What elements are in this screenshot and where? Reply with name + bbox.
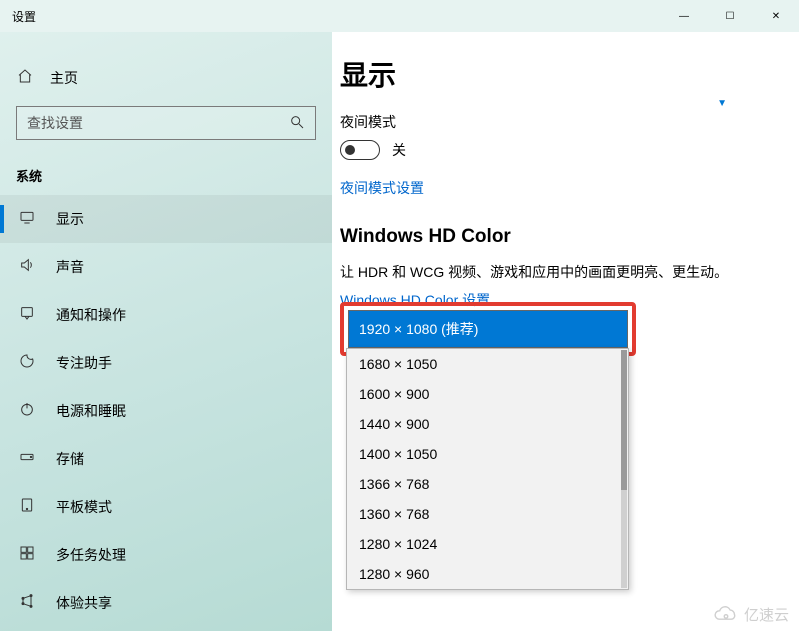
minimize-button[interactable]: — [661,0,707,32]
power-icon [18,401,36,421]
night-mode-toggle[interactable] [340,140,380,160]
resolution-option[interactable]: 1360 × 768 [347,499,628,529]
night-mode-settings-link[interactable]: 夜间模式设置 [340,178,799,198]
home-link[interactable]: 主页 [0,56,332,100]
share-icon [18,593,36,613]
page-title: 显示 [340,54,799,108]
sidebar-item-power[interactable]: 电源和睡眠 [0,387,332,435]
search-box[interactable] [16,106,316,140]
scrollbar-thumb[interactable] [621,350,627,490]
sidebar-item-storage[interactable]: 存储 [0,435,332,483]
watermark: 亿速云 [712,604,789,625]
window-title: 设置 [12,8,36,25]
hd-color-description: 让 HDR 和 WCG 视频、游戏和应用中的画面更明亮、更生动。 [340,262,799,282]
search-input[interactable] [27,115,289,131]
cloud-icon [712,606,740,624]
sidebar-item-focus[interactable]: 专注助手 [0,339,332,387]
storage-icon [18,449,36,469]
sidebar: 主页 系统 显示 声音 [0,32,332,631]
dropdown-scrollbar[interactable] [621,350,627,588]
home-label: 主页 [50,68,78,88]
sidebar-item-label: 平板模式 [56,497,112,517]
help-indicator-icon: ▼ [717,98,727,109]
sidebar-group-label: 系统 [0,158,332,191]
sound-icon [18,257,36,277]
watermark-text: 亿速云 [744,604,789,625]
sidebar-item-label: 多任务处理 [56,545,126,565]
resolution-option[interactable]: 1440 × 900 [347,409,628,439]
sidebar-item-label: 体验共享 [56,593,112,613]
notifications-icon [18,305,36,325]
multitask-icon [18,545,36,565]
resolution-option[interactable]: 1366 × 768 [347,469,628,499]
home-icon [16,68,34,88]
resolution-option[interactable]: 1280 × 1024 [347,529,628,559]
sidebar-item-display[interactable]: 显示 [0,195,332,243]
resolution-dropdown-list[interactable]: 1680 × 1050 1600 × 900 1440 × 900 1400 ×… [346,348,629,590]
maximize-button[interactable]: ☐ [707,0,753,32]
sidebar-item-notifications[interactable]: 通知和操作 [0,291,332,339]
resolution-selected-option[interactable]: 1920 × 1080 (推荐) [348,310,628,348]
search-icon [289,114,305,133]
sidebar-item-label: 声音 [56,257,84,277]
sidebar-item-multitask[interactable]: 多任务处理 [0,531,332,579]
night-mode-label: 夜间模式 [340,112,799,132]
sidebar-nav: 显示 声音 通知和操作 专注助手 [0,195,332,627]
tablet-icon [18,497,36,517]
window-controls: — ☐ ✕ [661,0,799,32]
sidebar-item-share[interactable]: 体验共享 [0,579,332,627]
night-mode-toggle-row: 关 [340,140,799,160]
resolution-option[interactable]: 1680 × 1050 [347,349,628,379]
resolution-option[interactable]: 1600 × 900 [347,379,628,409]
focus-icon [18,353,36,373]
close-button[interactable]: ✕ [753,0,799,32]
title-bar: 设置 — ☐ ✕ [0,0,799,32]
sidebar-item-sound[interactable]: 声音 [0,243,332,291]
sidebar-item-label: 存储 [56,449,84,469]
sidebar-item-tablet[interactable]: 平板模式 [0,483,332,531]
resolution-option[interactable]: 1400 × 1050 [347,439,628,469]
hd-color-heading: Windows HD Color [340,226,799,248]
sidebar-item-label: 通知和操作 [56,305,126,325]
resolution-option[interactable]: 1280 × 960 [347,559,628,589]
display-icon [18,209,36,229]
sidebar-item-label: 显示 [56,209,84,229]
toggle-knob [345,145,355,155]
sidebar-item-label: 专注助手 [56,353,112,373]
sidebar-item-label: 电源和睡眠 [56,401,126,421]
night-mode-state: 关 [392,140,406,160]
